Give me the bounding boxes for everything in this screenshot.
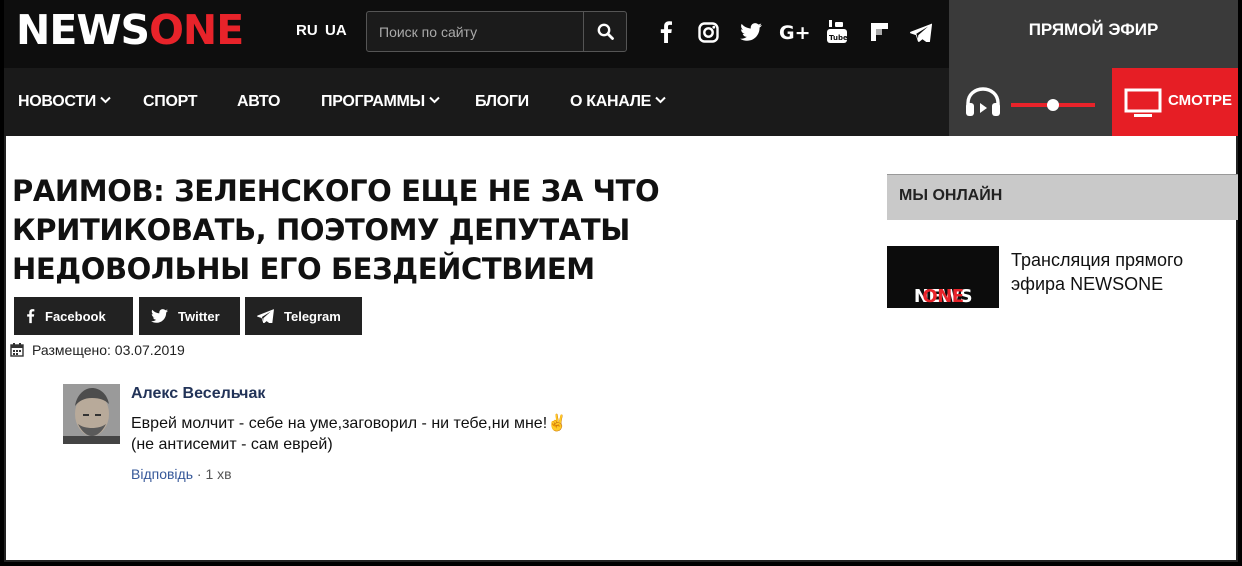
nav-item-sport[interactable]: СПОРТ <box>143 68 198 136</box>
nav-item-news[interactable]: НОВОСТИ <box>18 68 111 136</box>
page-frame: NEWSONE RU UA G+ Tube <box>4 0 1238 562</box>
comment-meta: Відповідь · 1 хв <box>131 466 232 482</box>
tv-icon <box>1124 88 1162 117</box>
google-plus-icon[interactable]: G+ <box>778 18 810 46</box>
share-label: Telegram <box>284 308 341 324</box>
chevron-down-icon <box>429 97 440 104</box>
thumb-logo-one: ONE <box>922 286 964 307</box>
svg-text:Tube: Tube <box>829 34 848 42</box>
reply-link[interactable]: Відповідь <box>131 466 193 482</box>
telegram-icon[interactable] <box>907 18 935 46</box>
online-section-header: МЫ ОНЛАЙН <box>887 174 1238 220</box>
top-bar: NEWSONE RU UA G+ Tube <box>4 0 949 68</box>
telegram-icon <box>257 309 274 323</box>
facebook-icon <box>27 309 35 324</box>
headphones-icon[interactable] <box>964 86 1002 118</box>
share-label: Facebook <box>45 308 106 324</box>
comment-line: Еврей молчит - себе на уме,заговорил - н… <box>131 415 568 432</box>
lang-ua-link[interactable]: UA <box>325 22 347 39</box>
posted-date-text: Размещено: 03.07.2019 <box>32 342 185 358</box>
online-heading: МЫ ОНЛАЙН <box>899 187 1003 204</box>
instagram-icon[interactable] <box>694 18 722 46</box>
comment-time[interactable]: 1 хв <box>205 466 231 482</box>
live-title: ПРЯМОЙ ЭФИР <box>1028 20 1159 39</box>
svg-text:G+: G+ <box>779 22 809 42</box>
main-nav: НОВОСТИ СПОРТ АВТО ПРОГРАММЫ БЛОГИ О КАН… <box>4 68 949 136</box>
watch-live-button[interactable]: СМОТРЕ <box>1112 68 1238 136</box>
live-header[interactable]: ПРЯМОЙ ЭФИР <box>949 0 1238 68</box>
flipboard-icon[interactable] <box>865 18 893 46</box>
logo-one: ONE <box>149 6 244 54</box>
facebook-icon[interactable] <box>652 18 680 46</box>
share-facebook-button[interactable]: Facebook <box>14 297 133 335</box>
search-box <box>366 11 627 52</box>
article-headline: РАИМОВ: ЗЕЛЕНСКОГО ЕЩЕ НЕ ЗА ЧТО КРИТИКО… <box>12 174 660 286</box>
calendar-icon <box>10 343 24 357</box>
nav-item-about[interactable]: О КАНАЛЕ <box>570 68 666 136</box>
nav-item-label: БЛОГИ <box>475 93 529 110</box>
meta-separator: · <box>193 466 206 482</box>
nav-item-label: НОВОСТИ <box>18 93 96 110</box>
chevron-down-icon <box>100 97 111 104</box>
stream-thumbnail[interactable]: NEWS ONE <box>887 246 999 308</box>
youtube-icon[interactable]: Tube <box>823 18 851 46</box>
comment-author[interactable]: Алекс Весельчак <box>131 385 265 403</box>
site-logo[interactable]: NEWSONE <box>16 6 244 54</box>
share-telegram-button[interactable]: Telegram <box>245 297 362 335</box>
nav-item-label: АВТО <box>237 93 281 110</box>
comment-text: Еврей молчит - себе на уме,заговорил - н… <box>131 413 567 455</box>
avatar[interactable] <box>63 384 120 444</box>
logo-news: NEWS <box>16 6 150 54</box>
nav-item-programs[interactable]: ПРОГРАММЫ <box>321 68 440 136</box>
search-icon <box>597 23 614 40</box>
watch-label: СМОТРЕ <box>1168 92 1232 109</box>
search-button[interactable] <box>583 12 626 51</box>
lang-ru-link[interactable]: RU <box>296 22 318 39</box>
nav-item-blogs[interactable]: БЛОГИ <box>475 68 529 136</box>
audio-player <box>949 68 1112 136</box>
twitter-icon <box>151 309 168 323</box>
volume-slider-thumb[interactable] <box>1047 99 1059 111</box>
stream-link[interactable]: Трансляция прямого эфира NEWSONE <box>1011 248 1226 296</box>
share-label: Twitter <box>178 308 220 324</box>
nav-item-label: ПРОГРАММЫ <box>321 93 425 110</box>
nav-item-label: СПОРТ <box>143 93 198 110</box>
share-twitter-button[interactable]: Twitter <box>139 297 240 335</box>
twitter-icon[interactable] <box>737 18 765 46</box>
nav-item-label: О КАНАЛЕ <box>570 93 652 110</box>
search-input[interactable] <box>367 12 582 51</box>
nav-item-auto[interactable]: АВТО <box>237 68 280 136</box>
posted-date: Размещено: 03.07.2019 <box>10 342 185 358</box>
avatar-image <box>63 384 120 444</box>
chevron-down-icon <box>655 97 666 104</box>
comment-line: (не антисемит - сам еврей) <box>131 436 333 453</box>
